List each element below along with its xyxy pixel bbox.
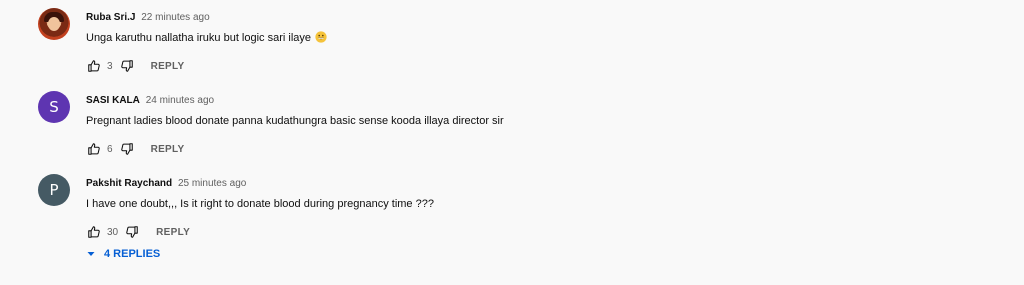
comment-actions: 3 REPLY [86, 58, 184, 74]
grinning-face-emoji-icon [315, 31, 327, 43]
comment-thread: Ruba Sri.J 22 minutes ago Unga karuthu n… [38, 8, 998, 88]
thumb-up-icon[interactable] [86, 224, 102, 240]
comment-text: Unga karuthu nallatha iruku but logic sa… [86, 31, 327, 45]
avatar-letter: P [49, 181, 59, 199]
thumb-down-icon[interactable] [119, 58, 135, 74]
comments-section: Ruba Sri.J 22 minutes ago Unga karuthu n… [0, 0, 1024, 285]
comment-timestamp[interactable]: 22 minutes ago [141, 12, 209, 23]
avatar[interactable] [38, 8, 70, 40]
comment-header: SASI KALA 24 minutes ago [86, 94, 214, 107]
comment-text: Pregnant ladies blood donate panna kudat… [86, 114, 504, 128]
comment-text-content: Pregnant ladies blood donate panna kudat… [86, 115, 504, 127]
comment-header: Pakshit Raychand 25 minutes ago [86, 177, 246, 190]
author-name[interactable]: Ruba Sri.J [86, 12, 135, 23]
author-name[interactable]: SASI KALA [86, 95, 140, 106]
comment-text-content: I have one doubt,,, Is it right to donat… [86, 198, 434, 210]
replies-label: 4 REPLIES [104, 248, 161, 260]
reply-button[interactable]: REPLY [151, 144, 185, 155]
like-count: 30 [107, 226, 119, 238]
comment-text: I have one doubt,,, Is it right to donat… [86, 197, 434, 211]
avatar[interactable]: P [38, 174, 70, 206]
view-replies-button[interactable]: 4 REPLIES [86, 245, 160, 263]
thumb-up-icon[interactable] [86, 141, 102, 157]
comment-text-content: Unga karuthu nallatha iruku but logic sa… [86, 32, 312, 44]
comment-header: Ruba Sri.J 22 minutes ago [86, 11, 210, 24]
reply-button[interactable]: REPLY [156, 227, 190, 238]
comment-thread: P Pakshit Raychand 25 minutes ago I have… [38, 174, 998, 254]
thumb-up-icon[interactable] [86, 58, 102, 74]
comment-actions: 6 REPLY [86, 141, 184, 157]
author-name[interactable]: Pakshit Raychand [86, 178, 172, 189]
comment-thread: S SASI KALA 24 minutes ago Pregnant ladi… [38, 91, 998, 171]
thumb-down-icon[interactable] [119, 141, 135, 157]
like-count: 3 [107, 60, 113, 72]
comment-actions: 30 REPLY [86, 224, 190, 240]
reply-button[interactable]: REPLY [151, 61, 185, 72]
avatar-letter: S [49, 98, 59, 116]
comment-timestamp[interactable]: 25 minutes ago [178, 178, 246, 189]
comment-timestamp[interactable]: 24 minutes ago [146, 95, 214, 106]
avatar-face [48, 17, 60, 31]
avatar[interactable]: S [38, 91, 70, 123]
like-count: 6 [107, 143, 113, 155]
caret-down-icon [86, 249, 96, 259]
thumb-down-icon[interactable] [124, 224, 140, 240]
